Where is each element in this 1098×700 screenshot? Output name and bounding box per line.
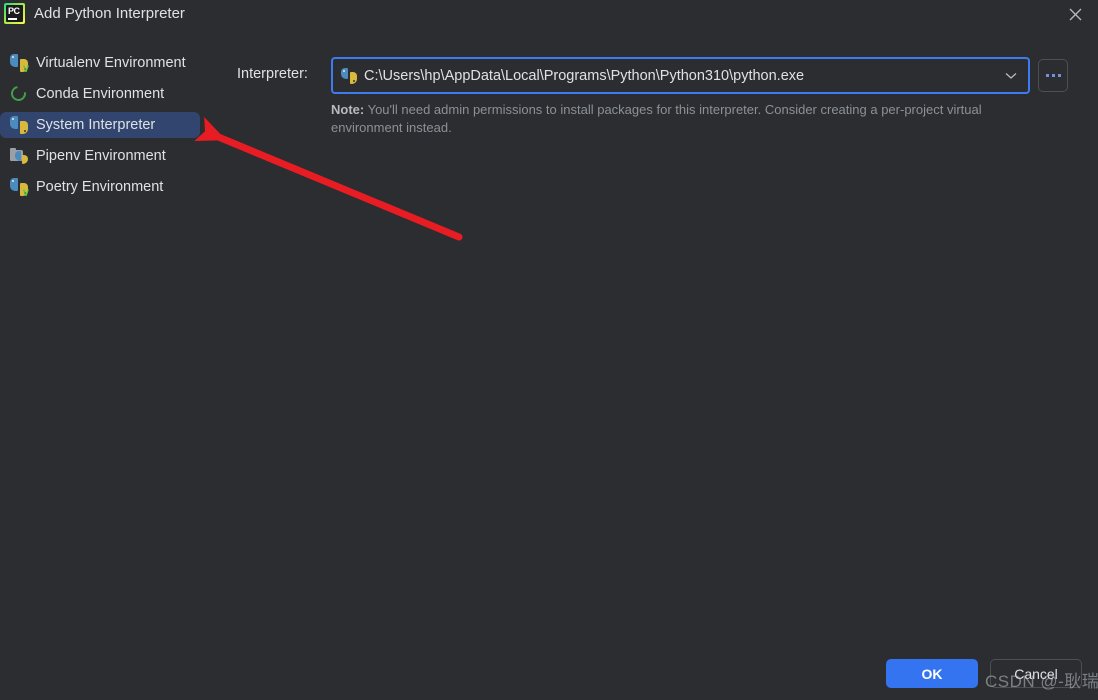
cancel-button[interactable]: Cancel <box>990 659 1082 688</box>
sidebar-item-poetry-environment[interactable]: V Poetry Environment <box>0 174 200 200</box>
sidebar-item-virtualenv-environment[interactable]: V Virtualenv Environment <box>0 50 200 76</box>
pipenv-folder-icon <box>10 147 28 165</box>
pycharm-icon-text: PC <box>8 6 20 16</box>
python-logo-shape <box>15 151 28 164</box>
chevron-down-glyph <box>1005 72 1017 79</box>
sidebar-item-pipenv-environment[interactable]: Pipenv Environment <box>0 143 200 169</box>
python-poetry-icon: V <box>10 178 29 198</box>
chevron-down-icon[interactable] <box>1000 72 1022 80</box>
pycharm-icon-inner: PC <box>6 5 23 22</box>
python-eye-1 <box>12 180 14 182</box>
sidebar-item-system-interpreter[interactable]: System Interpreter <box>0 112 200 138</box>
sidebar-item-label: Virtualenv Environment <box>36 55 186 71</box>
python-snake-yellow <box>22 154 28 164</box>
python-virtualenv-icon: V <box>10 54 29 74</box>
conda-icon <box>8 83 29 104</box>
sidebar-item-label: Pipenv Environment <box>36 148 166 164</box>
pycharm-icon-bar <box>8 18 17 20</box>
python-snake-blue <box>341 67 348 79</box>
browse-button[interactable] <box>1038 59 1068 92</box>
python-snake-blue <box>10 116 18 129</box>
python-icon <box>341 67 357 84</box>
python-eye-2 <box>353 79 355 82</box>
note-prefix: Note: <box>331 102 365 117</box>
python-logo-shape: V <box>10 178 29 198</box>
python-snake-blue <box>10 54 18 67</box>
python-logo-shape <box>10 116 28 134</box>
title-bar: PC Add Python Interpreter <box>0 0 1098 28</box>
python-logo-shape: V <box>10 54 29 74</box>
sidebar-item-label: Poetry Environment <box>36 179 164 195</box>
python-eye-2 <box>24 130 26 132</box>
python-snake-yellow <box>350 72 357 84</box>
interpreter-label: Interpreter: <box>237 66 308 82</box>
interpreter-value: C:\Users\hp\AppData\Local\Programs\Pytho… <box>364 67 805 84</box>
environment-type-list: V Virtualenv Environment Conda Environme… <box>0 50 215 205</box>
page-title: Add Python Interpreter <box>34 5 185 22</box>
python-icon <box>10 116 28 134</box>
note-body: You'll need admin permissions to install… <box>331 102 982 135</box>
python-eye-1 <box>12 118 14 120</box>
python-eye-1 <box>343 69 345 72</box>
sidebar-item-conda-environment[interactable]: Conda Environment <box>0 81 200 107</box>
poetry-v-badge: V <box>22 188 29 198</box>
python-snake-blue <box>10 178 18 191</box>
arrow-line <box>194 117 463 241</box>
close-icon-glyph <box>1069 8 1081 20</box>
python-snake-yellow <box>20 121 28 134</box>
ok-button[interactable]: OK <box>886 659 978 688</box>
sidebar-item-label: Conda Environment <box>36 86 165 102</box>
ellipsis-dot <box>1045 74 1049 77</box>
close-icon[interactable] <box>1052 0 1098 28</box>
conda-ring-shape <box>8 83 29 104</box>
interpreter-combobox[interactable]: C:\Users\hp\AppData\Local\Programs\Pytho… <box>331 57 1030 94</box>
note-text: Note: You'll need admin permissions to i… <box>331 101 1037 137</box>
ellipsis-dot <box>1051 74 1055 77</box>
sidebar-item-label: System Interpreter <box>36 117 156 133</box>
python-eye-1 <box>12 56 14 58</box>
pycharm-icon: PC <box>4 3 25 24</box>
ellipsis-dot <box>1057 74 1061 77</box>
virtualenv-v-badge: V <box>22 64 29 74</box>
python-snake-blue <box>15 151 21 161</box>
